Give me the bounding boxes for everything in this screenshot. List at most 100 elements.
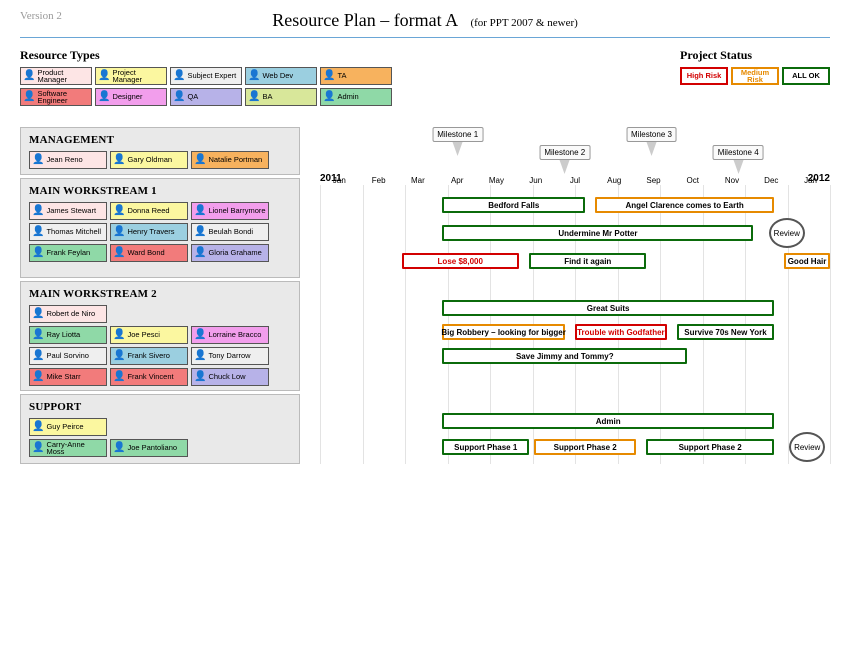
task-bar[interactable]: Save Jimmy and Tommy?: [442, 348, 687, 364]
resource-chip[interactable]: 👤Gary Oldman: [110, 151, 188, 169]
month-label: Dec: [752, 176, 791, 185]
title-row: Resource Plan – format A (for PPT 2007 &…: [20, 10, 830, 31]
person-icon: 👤: [194, 372, 206, 382]
lane-management: MANAGEMENT 👤Jean Reno👤Gary Oldman👤Natali…: [20, 127, 300, 175]
resource-chip-label: Mike Starr: [46, 373, 80, 381]
person-icon: 👤: [173, 71, 185, 81]
resource-chip-label: Frank Sivero: [127, 352, 170, 360]
resource-chip[interactable]: 👤Ward Bond: [110, 244, 188, 262]
task-bar[interactable]: Good Hair: [784, 253, 830, 269]
month-label: Sep: [634, 176, 673, 185]
lane-support-title: SUPPORT: [29, 401, 291, 413]
task-bar[interactable]: Admin: [442, 413, 774, 429]
resource-chip[interactable]: 👤Henry Travers: [110, 223, 188, 241]
month-row: JanFebMarAprMayJunJulAugSepOctNovDecJan: [320, 176, 830, 185]
lane-support: SUPPORT 👤Guy Peirce👤Carry-Anne Moss👤Joe …: [20, 394, 300, 464]
resource-types-head: Resource Types: [20, 48, 392, 63]
resource-chip[interactable]: 👤Mike Starr: [29, 368, 107, 386]
task-bar[interactable]: Bedford Falls: [442, 197, 585, 213]
resource-chip-label: Joe Pantoliano: [127, 444, 177, 452]
resource-chip[interactable]: 👤Beulah Bondi: [191, 223, 269, 241]
resource-chip[interactable]: 👤Software Engineer: [20, 88, 92, 106]
resource-chip-label: Software Engineer: [37, 90, 89, 105]
task-bar[interactable]: Support Phase 2: [646, 439, 774, 455]
divider: [20, 37, 830, 38]
resource-chip[interactable]: 👤Paul Sorvino: [29, 347, 107, 365]
resource-chip[interactable]: 👤Frank Vincent: [110, 368, 188, 386]
resource-chip-label: Robert de Niro: [46, 310, 95, 318]
month-label: May: [477, 176, 516, 185]
person-icon: 👤: [248, 92, 260, 102]
resource-chip[interactable]: 👤Web Dev: [245, 67, 317, 85]
resource-chip-label: Paul Sorvino: [46, 352, 89, 360]
person-icon: 👤: [113, 443, 125, 453]
resource-chip-label: Natalie Portman: [208, 156, 262, 164]
task-bar[interactable]: Find it again: [529, 253, 646, 269]
resource-chip[interactable]: 👤Lionel Barrymore: [191, 202, 269, 220]
resource-chip-label: Ward Bond: [127, 249, 164, 257]
resource-chip[interactable]: 👤Tony Darrow: [191, 347, 269, 365]
resource-chip[interactable]: 👤Robert de Niro: [29, 305, 107, 323]
resource-chip[interactable]: 👤Frank Sivero: [110, 347, 188, 365]
resource-chip[interactable]: 👤Joe Pantoliano: [110, 439, 188, 457]
lane-workstream-1: MAIN WORKSTREAM 1 👤James Stewart👤Donna R…: [20, 178, 300, 278]
resource-chip-label: TA: [337, 72, 346, 80]
resource-chip-label: Gloria Grahame: [208, 249, 261, 257]
resource-chip[interactable]: 👤Project Manager: [95, 67, 167, 85]
task-bar[interactable]: Support Phase 2: [534, 439, 636, 455]
resource-chip[interactable]: 👤QA: [170, 88, 242, 106]
resource-chip-label: Chuck Low: [208, 373, 245, 381]
resource-chip[interactable]: 👤Subject Expert: [170, 67, 242, 85]
task-bar[interactable]: Great Suits: [442, 300, 774, 316]
resource-chip-label: Thomas Mitchell: [46, 228, 101, 236]
resource-chip-label: Jean Reno: [46, 156, 82, 164]
review-marker[interactable]: Review: [789, 432, 825, 462]
review-marker[interactable]: Review: [769, 218, 805, 248]
resource-chip[interactable]: 👤Product Manager: [20, 67, 92, 85]
resource-chip[interactable]: 👤Jean Reno: [29, 151, 107, 169]
person-icon: 👤: [32, 309, 44, 319]
person-icon: 👤: [23, 92, 35, 102]
lane-ws1-title: MAIN WORKSTREAM 1: [29, 185, 291, 197]
resource-chip[interactable]: 👤Donna Reed: [110, 202, 188, 220]
resource-chip[interactable]: 👤Carry-Anne Moss: [29, 439, 107, 457]
lane-ws2-title: MAIN WORKSTREAM 2: [29, 288, 291, 300]
person-icon: 👤: [113, 227, 125, 237]
person-icon: 👤: [113, 330, 125, 340]
resource-chip[interactable]: 👤Gloria Grahame: [191, 244, 269, 262]
resource-chip-label: James Stewart: [46, 207, 96, 215]
resource-chip[interactable]: 👤Thomas Mitchell: [29, 223, 107, 241]
task-bar[interactable]: Angel Clarence comes to Earth: [595, 197, 774, 213]
project-status-legend: Project Status High Risk Medium Risk ALL…: [680, 48, 830, 109]
resource-chip[interactable]: 👤Admin: [320, 88, 392, 106]
person-icon: 👤: [323, 92, 335, 102]
resource-chip-label: Guy Peirce: [46, 423, 83, 431]
month-label: Jan: [320, 176, 359, 185]
task-bar[interactable]: Trouble with Godfather: [575, 324, 667, 340]
resource-chip[interactable]: 👤Designer: [95, 88, 167, 106]
person-icon: 👤: [194, 330, 206, 340]
task-bar[interactable]: Support Phase 1: [442, 439, 529, 455]
timeline: Milestone 1Milestone 2Milestone 3Milesto…: [320, 127, 830, 464]
resource-chip[interactable]: 👤Natalie Portman: [191, 151, 269, 169]
resource-chip[interactable]: 👤Joe Pesci: [110, 326, 188, 344]
resource-chip[interactable]: 👤Guy Peirce: [29, 418, 107, 436]
person-icon: 👤: [32, 206, 44, 216]
resource-chip[interactable]: 👤Ray Liotta: [29, 326, 107, 344]
resource-chip[interactable]: 👤James Stewart: [29, 202, 107, 220]
resource-chip-label: Gary Oldman: [127, 156, 172, 164]
resource-chip[interactable]: 👤Frank Feylan: [29, 244, 107, 262]
person-icon: 👤: [113, 248, 125, 258]
resource-chip[interactable]: 👤Lorraine Bracco: [191, 326, 269, 344]
task-bar[interactable]: Big Robbery – looking for bigger: [442, 324, 564, 340]
task-bar[interactable]: Survive 70s New York: [677, 324, 774, 340]
resource-chip-label: Joe Pesci: [127, 331, 160, 339]
page-title: Resource Plan – format A: [272, 10, 458, 30]
project-status-head: Project Status: [680, 48, 830, 63]
person-icon: 👤: [32, 372, 44, 382]
resource-chip[interactable]: 👤BA: [245, 88, 317, 106]
task-bar[interactable]: Undermine Mr Potter: [442, 225, 753, 241]
resource-chip[interactable]: 👤TA: [320, 67, 392, 85]
task-bar[interactable]: Lose $8,000: [402, 253, 519, 269]
resource-chip[interactable]: 👤Chuck Low: [191, 368, 269, 386]
